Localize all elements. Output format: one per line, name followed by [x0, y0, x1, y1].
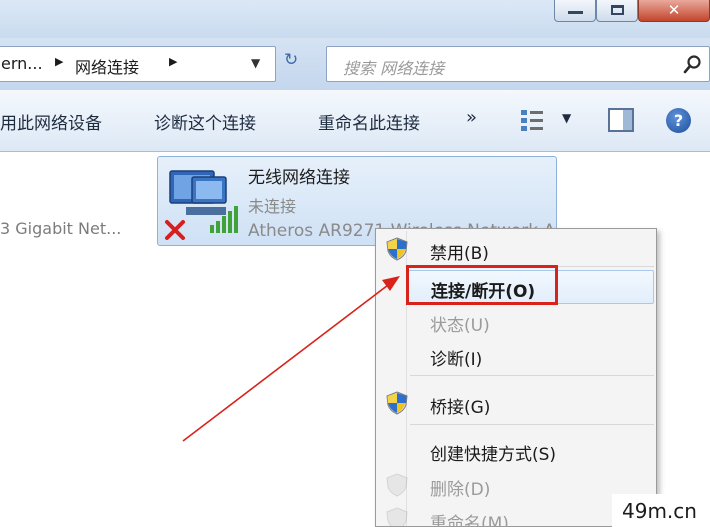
uac-shield-icon [386, 237, 408, 261]
preview-pane-icon[interactable] [608, 108, 634, 132]
change-view-icon[interactable] [520, 109, 544, 131]
menu-item-status[interactable]: 状态(U) [408, 305, 654, 339]
rename-connection-button[interactable]: 重命名此连接 [318, 109, 420, 134]
refresh-icon[interactable]: ↻ [284, 50, 298, 70]
navigation-bar: ern... ▶ 网络连接 ▶ ▼ ↻ 搜索 网络连接 [0, 38, 710, 90]
menu-item-bridge[interactable]: 桥接(G) [408, 387, 654, 421]
ethernet-adapter-label[interactable]: 3 Gigabit Net... [0, 219, 121, 238]
watermark-text: 49m.cn [622, 499, 697, 523]
connection-name: 无线网络连接 [248, 168, 350, 188]
breadcrumb-separator-icon[interactable]: ▶ [55, 55, 63, 68]
address-dropdown-icon[interactable]: ▼ [251, 56, 260, 70]
maximize-icon [611, 5, 624, 15]
view-options-dropdown-icon[interactable]: ▼ [562, 111, 571, 125]
command-bar: 用此网络设备 诊断这个连接 重命名此连接 » ▼ ? [0, 90, 710, 152]
search-icon[interactable] [683, 54, 703, 74]
search-placeholder: 搜索 网络连接 [343, 59, 445, 78]
uac-shield-icon [386, 391, 408, 415]
more-commands-icon[interactable]: » [466, 107, 477, 128]
address-bar[interactable]: ern... ▶ 网络连接 ▶ ▼ [0, 46, 276, 82]
minimize-icon [568, 11, 583, 14]
title-bar: ✕ [0, 0, 710, 38]
breadcrumb-separator-icon[interactable]: ▶ [169, 55, 177, 68]
diagnose-connection-button[interactable]: 诊断这个连接 [154, 109, 256, 134]
menu-separator [410, 375, 654, 376]
uac-shield-icon [386, 473, 408, 497]
search-input[interactable]: 搜索 网络连接 [326, 46, 710, 82]
breadcrumb-parent[interactable]: ern... [1, 54, 43, 73]
breadcrumb-current[interactable]: 网络连接 [75, 54, 139, 78]
uac-shield-icon [386, 507, 408, 526]
close-icon: ✕ [667, 1, 681, 19]
highlight-box [406, 265, 558, 305]
close-button[interactable]: ✕ [638, 0, 710, 22]
menu-item-create-shortcut[interactable]: 创建快捷方式(S) [408, 434, 654, 468]
menu-item-diagnose[interactable]: 诊断(I) [408, 339, 654, 373]
menu-item-disable[interactable]: 禁用(B) [408, 233, 654, 267]
minimize-button[interactable] [554, 0, 596, 22]
disconnected-x-icon [165, 220, 185, 240]
menu-separator [410, 424, 654, 425]
connection-status: 未连接 [248, 197, 297, 216]
help-icon[interactable]: ? [666, 108, 691, 133]
maximize-button[interactable] [596, 0, 638, 22]
disable-device-button[interactable]: 用此网络设备 [0, 109, 102, 134]
